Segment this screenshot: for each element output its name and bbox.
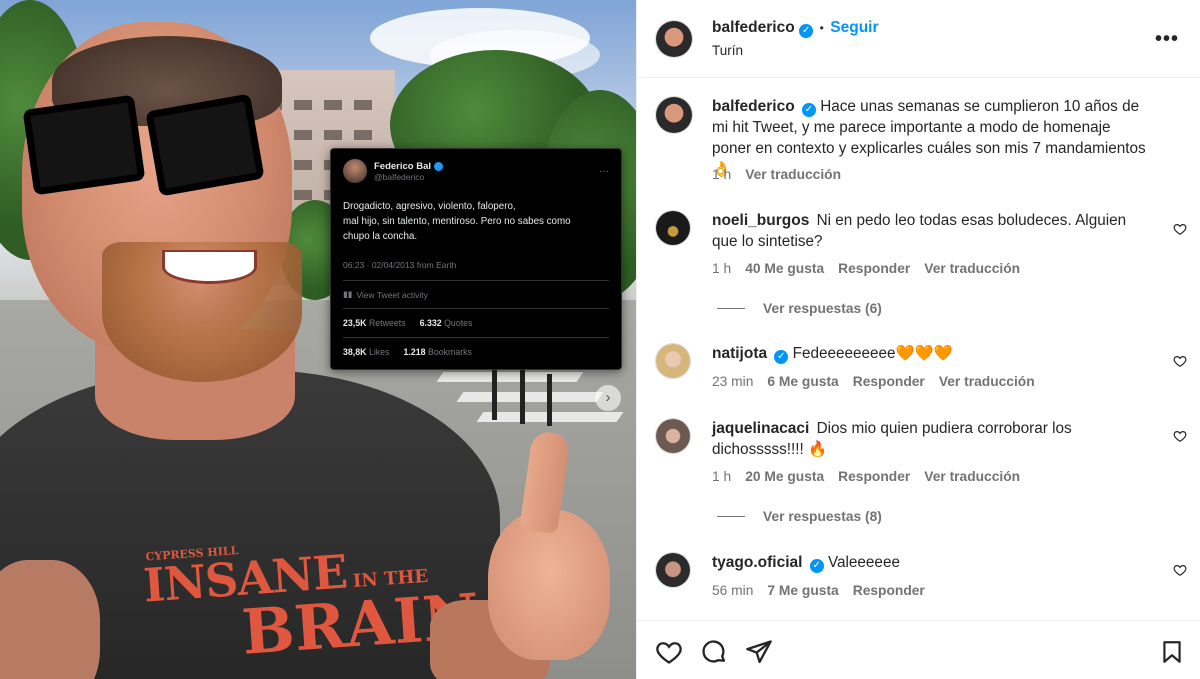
comment-username[interactable]: tyago.oficial <box>712 554 802 571</box>
tweet-screenshot: Federico Bal @balfederico ··· Drogadicto… <box>330 148 622 370</box>
post-side-panel: balfederico ✓ • Seguir Turín ••• balfede… <box>636 0 1200 679</box>
follow-button[interactable]: Seguir <box>830 19 878 36</box>
view-replies-button[interactable]: Ver respuestas (8) <box>717 509 882 524</box>
tattooed-arm <box>0 560 100 679</box>
comment-likes[interactable]: 20 Me gusta <box>745 469 824 484</box>
comment-text: tyago.oficial ✓ Valeeeeee <box>712 552 1152 573</box>
comment-likes[interactable]: 40 Me gusta <box>745 261 824 276</box>
caption-username[interactable]: balfederico <box>712 98 795 115</box>
caption-time: 1 h <box>712 167 732 182</box>
tweet-activity-label: View Tweet activity <box>356 289 428 300</box>
translate-link[interactable]: Ver traducción <box>939 374 1035 389</box>
reply-button[interactable]: Responder <box>853 583 925 598</box>
comment-text: noeli_burgos Ni en pedo leo todas esas b… <box>712 210 1152 252</box>
bollard <box>520 368 525 424</box>
tweet-timestamp: 06:23 · 02/04/2013 from Earth <box>343 260 609 281</box>
reply-button[interactable]: Responder <box>838 469 910 484</box>
avatar[interactable] <box>655 552 691 588</box>
comment-meta: 56 min 7 Me gusta Responder <box>712 583 925 598</box>
retweet-label: Retweets <box>368 318 406 328</box>
comment-icon[interactable] <box>700 638 728 666</box>
verified-icon: ✓ <box>801 103 816 117</box>
author-username[interactable]: balfederico <box>712 19 795 36</box>
comment-likes[interactable]: 7 Me gusta <box>767 583 838 598</box>
view-replies-label[interactable]: Ver respuestas (6) <box>763 301 882 316</box>
caption-meta: 1 h Ver traducción <box>712 167 841 182</box>
translate-link[interactable]: Ver traducción <box>745 167 841 182</box>
view-replies-label[interactable]: Ver respuestas (8) <box>763 509 882 524</box>
reply-button[interactable]: Responder <box>838 261 910 276</box>
comment-username[interactable]: natijota <box>712 345 767 362</box>
separator: • <box>819 21 824 35</box>
quote-count: 6.332 <box>419 318 442 328</box>
comment-username[interactable]: jaquelinacaci <box>712 420 809 437</box>
carousel-next-icon[interactable]: › <box>595 385 621 411</box>
share-icon[interactable] <box>745 638 773 666</box>
tweet-text: Drogadicto, agresivo, violento, falopero… <box>343 199 609 244</box>
verified-icon: ✓ <box>774 350 789 364</box>
sunglasses <box>22 92 265 200</box>
comment-meta: 23 min 6 Me gusta Responder Ver traducci… <box>712 374 1035 389</box>
comment-likes[interactable]: 6 Me gusta <box>767 374 838 389</box>
like-count: 38,8K <box>343 347 367 357</box>
comment-time: 23 min <box>712 374 754 389</box>
verified-icon: ✓ <box>809 559 824 573</box>
tweet-stats-row: 23,5K Retweets 6.332 Quotes <box>343 309 609 338</box>
tweet-author-name: Federico Bal <box>374 160 432 172</box>
comment-meta: 1 h 20 Me gusta Responder Ver traducción <box>712 469 1020 484</box>
tweet-line: Drogadicto, agresivo, violento, falopero… <box>343 201 516 212</box>
bar-chart-icon: ▮▮ <box>343 289 353 299</box>
location[interactable]: Turín <box>712 43 743 58</box>
bookmark-count: 1.218 <box>403 347 426 357</box>
retweet-count: 23,5K <box>343 318 367 328</box>
heart-icon[interactable] <box>655 638 683 666</box>
comment-text: natijota ✓ Fedeeeeeeeee🧡🧡🧡 <box>712 343 1152 364</box>
bookmark-icon[interactable] <box>1159 638 1185 666</box>
tweet-line: chupo la concha. <box>343 231 418 242</box>
comment-time: 1 h <box>712 261 732 276</box>
heart-icon[interactable] <box>1173 429 1187 443</box>
post-actions-bar <box>637 620 1200 679</box>
bookmark-label: Bookmarks <box>427 347 472 357</box>
comment-time: 1 h <box>712 469 732 484</box>
bollard <box>547 374 552 426</box>
comment-meta: 1 h 40 Me gusta Responder Ver traducción <box>712 261 1020 276</box>
comment-time: 56 min <box>712 583 754 598</box>
tweet-stats-row: 38,8K Likes 1.218 Bookmarks <box>343 338 609 366</box>
avatar[interactable] <box>655 343 691 379</box>
heart-icon[interactable] <box>1173 222 1187 236</box>
avatar[interactable] <box>655 96 693 134</box>
avatar[interactable] <box>655 210 691 246</box>
translate-link[interactable]: Ver traducción <box>924 261 1020 276</box>
tweet-handle: @balfederico <box>374 171 425 182</box>
reply-button[interactable]: Responder <box>853 374 925 389</box>
comment-body: Valeeeeee <box>827 554 900 571</box>
quote-label: Quotes <box>444 318 473 328</box>
heart-icon[interactable] <box>1173 354 1187 368</box>
avatar[interactable] <box>655 20 693 58</box>
tweet-activity: ▮▮ View Tweet activity <box>343 281 609 309</box>
more-options-icon[interactable]: ••• <box>1155 28 1179 51</box>
tweet-avatar <box>343 159 367 183</box>
comment-username[interactable]: noeli_burgos <box>712 212 809 229</box>
like-label: Likes <box>368 347 390 357</box>
avatar[interactable] <box>655 418 691 454</box>
translate-link[interactable]: Ver traducción <box>924 469 1020 484</box>
heart-icon[interactable] <box>1173 563 1187 577</box>
comment-body: Fedeeeeeeeee🧡🧡🧡 <box>792 345 953 362</box>
post-header: balfederico ✓ • Seguir Turín ••• <box>637 0 1200 78</box>
smile <box>162 250 257 284</box>
tweet-more-icon: ··· <box>599 165 609 177</box>
view-replies-button[interactable]: Ver respuestas (6) <box>717 301 882 316</box>
verified-icon: ✓ <box>799 24 814 38</box>
verified-icon <box>434 161 444 171</box>
tweet-line: mal hijo, sin talento, mentiroso. Pero n… <box>343 216 571 227</box>
post-photo[interactable]: CYPRESS HILL INSANE IN THE BRAIN Federic… <box>0 0 636 679</box>
comment-text: jaquelinacaci Dios mio quien pudiera cor… <box>712 418 1152 460</box>
